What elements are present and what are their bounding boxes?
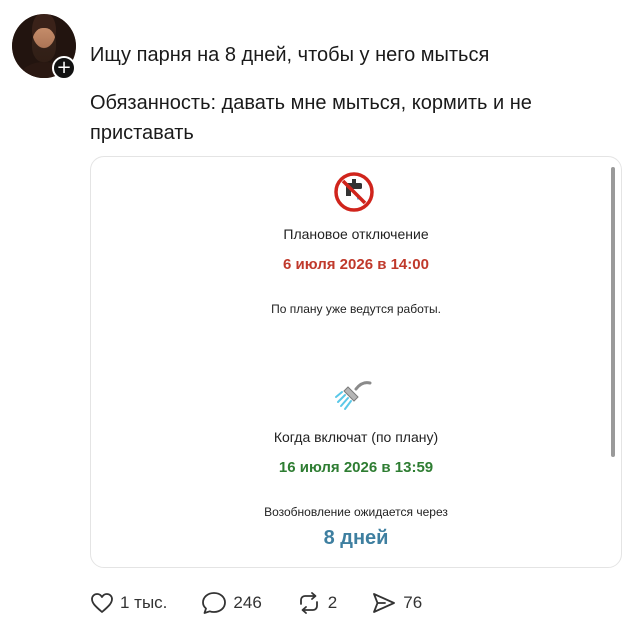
share-button[interactable]: 76 <box>371 591 422 615</box>
post-actions-bar: 1 тыс. 246 2 76 <box>90 590 456 616</box>
no-water-icon <box>334 172 374 212</box>
resume-label: Возобновление ожидается через <box>264 505 448 519</box>
repost-button[interactable]: 2 <box>296 591 337 615</box>
resume-value: 8 дней <box>323 527 389 549</box>
like-button[interactable]: 1 тыс. <box>90 592 167 614</box>
restore-label: Когда включат (по плану) <box>273 429 439 445</box>
comment-button[interactable]: 246 <box>201 591 262 615</box>
outage-date: 6 июля 2026 в 14:00 <box>283 256 429 273</box>
outage-label: Плановое отключение <box>283 226 429 242</box>
likes-count: 1 тыс. <box>120 593 168 612</box>
attached-image-card[interactable]: Плановое отключение 6 июля 2026 в 14:00 … <box>90 156 622 568</box>
restore-date: 16 июля 2026 в 13:59 <box>278 459 434 476</box>
post-text-line-2: Обязанность: давать мне мыться, кормить … <box>90 92 532 144</box>
works-note: По плану уже ведутся работы. <box>271 302 441 316</box>
reposts-count: 2 <box>327 593 338 612</box>
shares-count: 76 <box>403 593 423 612</box>
send-icon <box>373 593 396 613</box>
comments-count: 246 <box>233 593 262 612</box>
comment-icon <box>202 592 227 614</box>
post-text-line-1: Ищу парня на 8 дней, чтобы у него мыться <box>90 44 490 66</box>
repost-icon <box>299 592 318 614</box>
author-avatar[interactable]: + <box>12 14 76 80</box>
shower-icon <box>335 381 372 410</box>
follow-plus-icon[interactable]: + <box>52 56 76 80</box>
heart-icon <box>91 593 113 613</box>
